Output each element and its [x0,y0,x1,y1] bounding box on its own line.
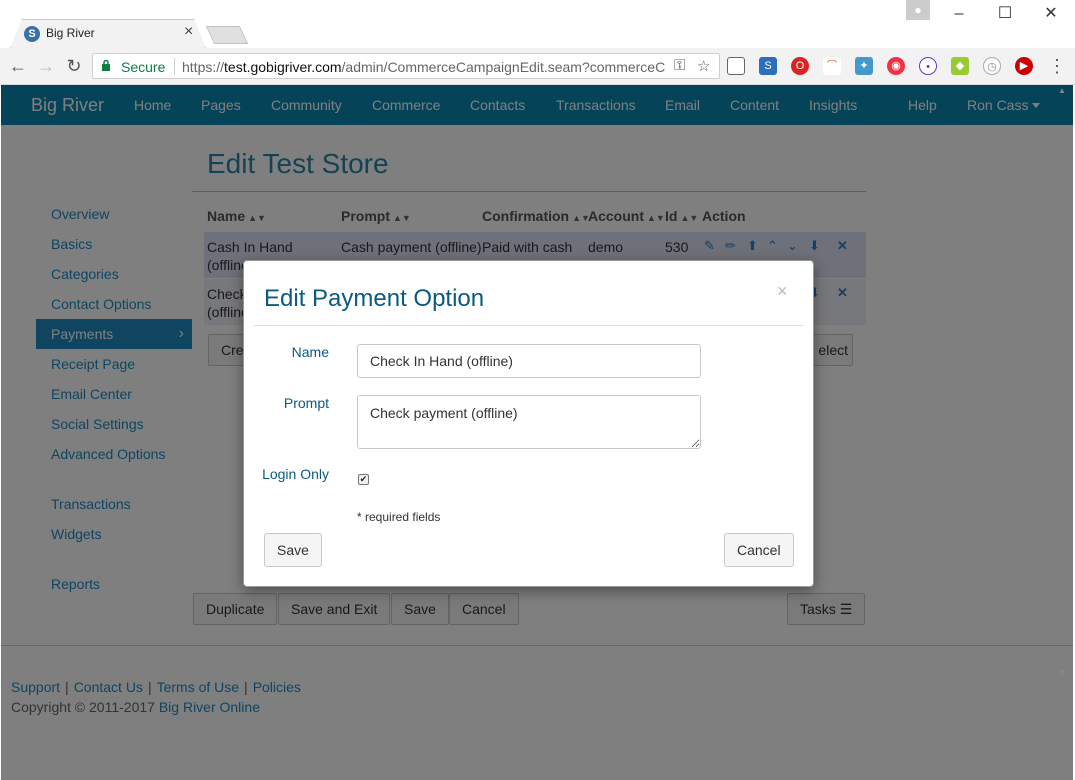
name-label: Name [291,344,329,360]
extension-chat-icon[interactable]: ◆ [951,57,969,75]
edit-payment-modal: Edit Payment Option × Name Prompt Check … [243,260,814,587]
prompt-textarea[interactable]: Check payment (offline) [357,395,701,449]
extension-s-icon[interactable]: S [759,57,777,75]
profile-icon[interactable]: ● [906,0,930,20]
address-separator [174,58,175,75]
chrome-menu-icon[interactable]: ⋮ [1045,54,1069,78]
prompt-label: Prompt [283,395,329,411]
extension-play-icon[interactable]: ▶ [1015,57,1033,75]
extension-puzzle-icon[interactable]: ✦ [855,57,873,75]
login-only-label: Login Only [262,466,329,482]
modal-divider [254,325,804,326]
close-icon[interactable]: × [777,281,788,302]
bookmark-star-icon[interactable]: ☆ [697,57,710,75]
key-icon[interactable]: ⚿ [674,57,685,74]
modal-save-button[interactable]: Save [264,533,322,567]
cast-icon[interactable] [727,57,745,75]
lock-icon [102,59,110,71]
extension-arc-icon[interactable]: ⌒ [823,57,841,75]
tab-close-icon[interactable]: × [184,23,193,41]
required-fields-note: * required fields [357,510,441,524]
extension-target-icon[interactable]: • [919,57,937,75]
scroll-down-icon[interactable]: ▼ [1058,668,1066,677]
modal-title: Edit Payment Option [264,285,485,312]
forward-icon[interactable]: → [34,54,58,78]
tab-title: Big River [46,26,95,40]
extension-circle-icon[interactable]: ◉ [887,57,905,75]
maximize-icon[interactable]: ☐ [994,3,1016,25]
minimize-icon[interactable]: – [948,3,970,25]
back-icon[interactable]: ← [6,54,30,78]
secure-label: Secure [121,59,166,75]
name-input[interactable] [357,344,701,378]
reload-icon[interactable]: ↻ [62,54,86,78]
address-bar[interactable]: Secure https://test.gobigriver.com/admin… [92,53,720,79]
site-favicon-icon: S [24,26,40,42]
new-tab-button[interactable] [205,26,249,44]
url-text[interactable]: https://test.gobigriver.com/admin/Commer… [182,59,672,75]
window-close-icon[interactable]: ✕ [1040,3,1062,25]
browser-tabstrip: S Big River × ● – ☐ ✕ [0,0,1075,48]
extension-clock-icon[interactable]: ◷ [983,57,1001,75]
browser-tab[interactable]: S Big River × [12,19,204,48]
extension-opera-icon[interactable]: O [791,57,809,75]
login-only-checkbox[interactable]: ✔ [358,474,369,485]
scroll-up-icon[interactable]: ▲ [1058,86,1066,95]
modal-cancel-button[interactable]: Cancel [724,533,794,567]
browser-toolbar: ← → ↻ Secure https://test.gobigriver.com… [0,48,1075,85]
